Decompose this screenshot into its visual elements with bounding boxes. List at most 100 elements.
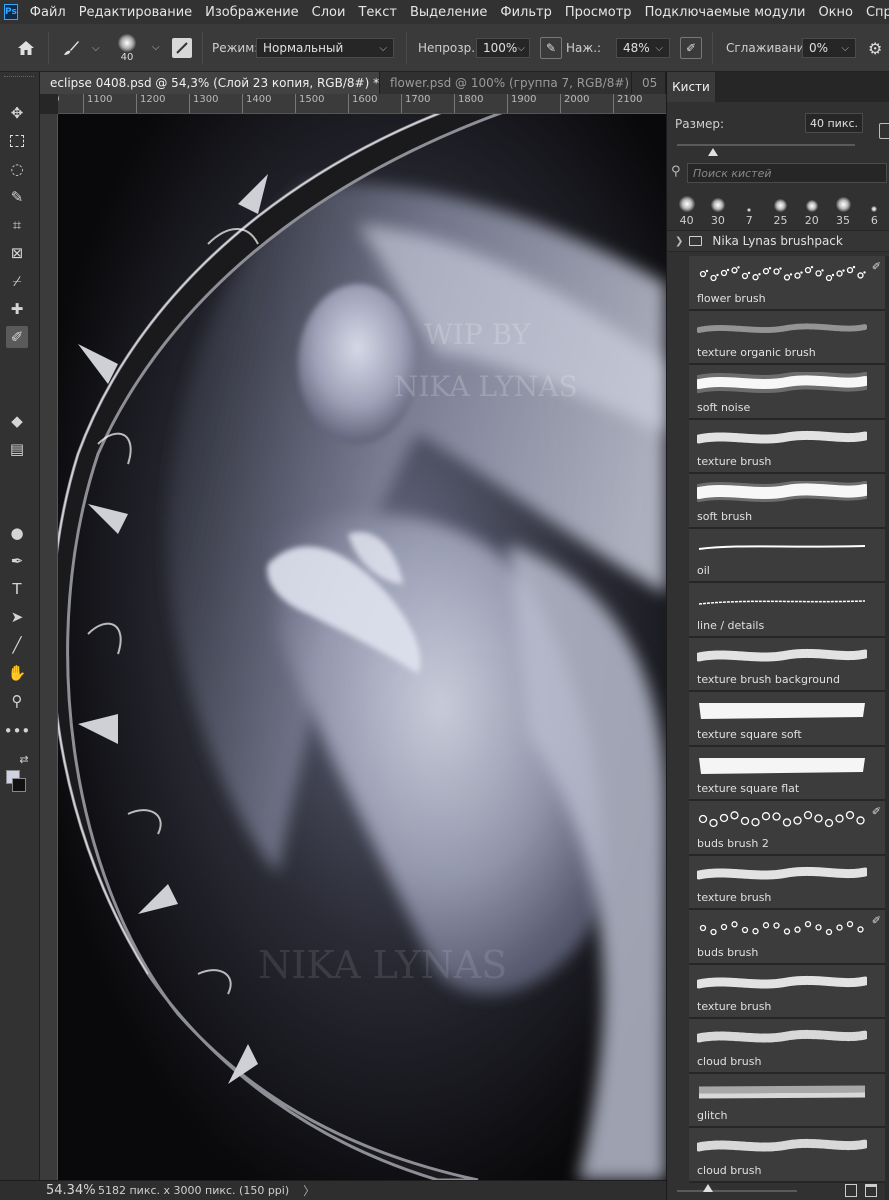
delete-brush-icon[interactable]: [865, 1184, 877, 1197]
brush-list-item[interactable]: texture brush background: [689, 637, 886, 692]
chevron-down-icon[interactable]: ❯: [675, 236, 683, 247]
size-field[interactable]: 40 пикс.: [805, 113, 863, 133]
preview-size-slider[interactable]: [677, 1190, 797, 1192]
brush-list-item[interactable]: soft brush: [689, 474, 886, 529]
pen-tool-icon[interactable]: ✒: [6, 550, 28, 572]
tab-document-other[interactable]: 05: [632, 72, 666, 94]
menu-item[interactable]: Справка: [866, 5, 889, 20]
menu-item[interactable]: Редактирование: [79, 5, 192, 20]
brush-size-preview[interactable]: 40: [118, 24, 136, 72]
brush-name: buds brush: [697, 945, 759, 959]
quick-select-tool-icon[interactable]: ✎: [6, 186, 28, 208]
brush-list-item[interactable]: flower brush ✐: [689, 256, 886, 311]
menu-item[interactable]: Слои: [312, 5, 346, 20]
menu-item[interactable]: Подключаемые модули: [645, 5, 806, 20]
brush-list-item[interactable]: texture square flat: [689, 746, 886, 801]
dodge-tool-icon[interactable]: ●: [6, 522, 28, 544]
brush-search-input[interactable]: Поиск кистей: [687, 163, 887, 183]
brush-preset-caret[interactable]: ⌵: [152, 42, 160, 53]
brush-preset[interactable]: 20: [796, 187, 827, 227]
path-selection-tool-icon[interactable]: ➤: [6, 606, 28, 628]
brush-list-item[interactable]: oil: [689, 528, 886, 583]
gradient-tool-icon[interactable]: ▤: [6, 438, 28, 460]
brush-tool-icon[interactable]: ✐: [6, 326, 28, 348]
menu-item[interactable]: Текст: [358, 5, 397, 20]
brush-list-item[interactable]: glitch: [689, 1073, 886, 1128]
move-tool-icon[interactable]: ✥: [6, 102, 28, 124]
hand-tool-icon[interactable]: ✋: [6, 662, 28, 684]
brush-preset[interactable]: 30: [702, 187, 733, 227]
menu-item[interactable]: Изображение: [205, 5, 298, 20]
brush-preset[interactable]: 35: [827, 187, 858, 227]
tab-label: eclipse 0408.psd @ 54,3% (Слой 23 копия,…: [50, 76, 380, 90]
brush-list-item[interactable]: soft noise: [689, 365, 886, 420]
background-color-swatch[interactable]: [12, 778, 26, 792]
brush-size-value: 40: [120, 51, 134, 63]
brush-stroke-preview: [694, 427, 870, 449]
brush-tool-preset-icon[interactable]: ⌵: [60, 24, 100, 72]
brush-preset[interactable]: 40: [671, 187, 702, 227]
menu-item[interactable]: Фильтр: [500, 5, 551, 20]
tab-document-eclipse[interactable]: eclipse 0408.psd @ 54,3% (Слой 23 копия,…: [40, 72, 380, 94]
brush-settings-icon[interactable]: [172, 24, 192, 72]
brush-list-item[interactable]: texture organic brush: [689, 310, 886, 365]
line-tool-icon[interactable]: ╱: [6, 634, 28, 656]
brush-preset[interactable]: 7: [734, 187, 765, 227]
zoom-tool-icon[interactable]: ⚲: [6, 690, 28, 712]
brush-list-item[interactable]: texture square soft: [689, 692, 886, 747]
brush-preset[interactable]: 6: [859, 187, 889, 227]
smoothing-options-icon[interactable]: ⚙: [868, 24, 882, 72]
home-icon[interactable]: [16, 24, 36, 72]
menu-item[interactable]: Окно: [818, 5, 853, 20]
crop-tool-icon[interactable]: ⌗: [6, 214, 28, 236]
marquee-tool-icon[interactable]: [6, 130, 28, 152]
chevron-right-icon[interactable]: 〉: [303, 1182, 315, 1199]
menu-items: Файл Редактирование Изображение Слои Текст Вы…: [30, 5, 889, 20]
brush-list-item[interactable]: cloud brush: [689, 1019, 886, 1074]
brush-preset[interactable]: 25: [765, 187, 796, 227]
eraser-tool-icon[interactable]: ◆: [6, 410, 28, 432]
tab-document-flower[interactable]: flower.psd @ 100% (группа 7, RGB/8#): [380, 72, 632, 94]
brush-list-item[interactable]: line / details: [689, 583, 886, 638]
healing-brush-tool-icon[interactable]: ✚: [6, 298, 28, 320]
pencil-icon: ✐: [871, 914, 881, 927]
brush-stroke-preview: [697, 808, 867, 830]
vertical-ruler[interactable]: [40, 114, 58, 1180]
brush-list-item[interactable]: buds brush 2 ✐: [689, 801, 886, 856]
menu-item[interactable]: Файл: [30, 5, 66, 20]
blend-mode-select[interactable]: Нормальный ⌵: [256, 38, 394, 58]
menu-item[interactable]: Просмотр: [565, 5, 632, 20]
pressure-opacity-icon[interactable]: ✎: [540, 24, 562, 72]
brush-list-item[interactable]: texture brush: [689, 419, 886, 474]
tab-brushes[interactable]: Кисти: [667, 72, 715, 102]
more-tools-icon[interactable]: •••: [4, 720, 31, 742]
airbrush-icon[interactable]: ✐: [680, 24, 702, 72]
menu-item[interactable]: Выделение: [410, 5, 487, 20]
preview-size-thumb[interactable]: [703, 1184, 713, 1192]
type-tool-icon[interactable]: T: [6, 578, 28, 600]
size-slider-track[interactable]: [677, 144, 855, 146]
brush-tip-preview-icon[interactable]: [879, 123, 889, 139]
brush-group-row[interactable]: ❯ Nika Lynas brushpack: [667, 230, 889, 252]
brush-name: texture brush background: [697, 673, 840, 686]
eyedropper-tool-icon[interactable]: ⌿: [6, 270, 28, 292]
swap-colors-icon[interactable]: ⇄: [16, 748, 32, 770]
flow-field[interactable]: 48% ⌵: [616, 38, 670, 58]
frame-tool-icon[interactable]: ⊠: [6, 242, 28, 264]
size-slider-thumb[interactable]: [707, 148, 718, 156]
opacity-field[interactable]: 100% ⌵: [476, 38, 530, 58]
brush-stroke-preview: [697, 590, 867, 612]
new-brush-icon[interactable]: [845, 1184, 857, 1197]
brush-list-item[interactable]: buds brush ✐: [689, 910, 886, 965]
brush-list-item[interactable]: cloud brush: [689, 1128, 886, 1183]
zoom-level[interactable]: 54.34%: [0, 1183, 98, 1198]
lasso-tool-icon[interactable]: ◌: [6, 158, 28, 180]
toolbar-grip[interactable]: [4, 76, 34, 82]
brush-list-item[interactable]: texture brush: [689, 964, 886, 1019]
brush-list-item[interactable]: texture brush: [689, 855, 886, 910]
document-canvas[interactable]: WIP BY NIKA LYNAS NIKA LYNAS: [58, 114, 666, 1180]
photoshop-logo[interactable]: Ps: [4, 4, 18, 20]
panel-scrollbar[interactable]: [885, 256, 889, 1200]
smoothing-field[interactable]: 0% ⌵: [802, 38, 856, 58]
horizontal-ruler[interactable]: 1000 1100 1200 1300 1400 1500 1600 1700 1800 1900…: [58, 94, 666, 114]
